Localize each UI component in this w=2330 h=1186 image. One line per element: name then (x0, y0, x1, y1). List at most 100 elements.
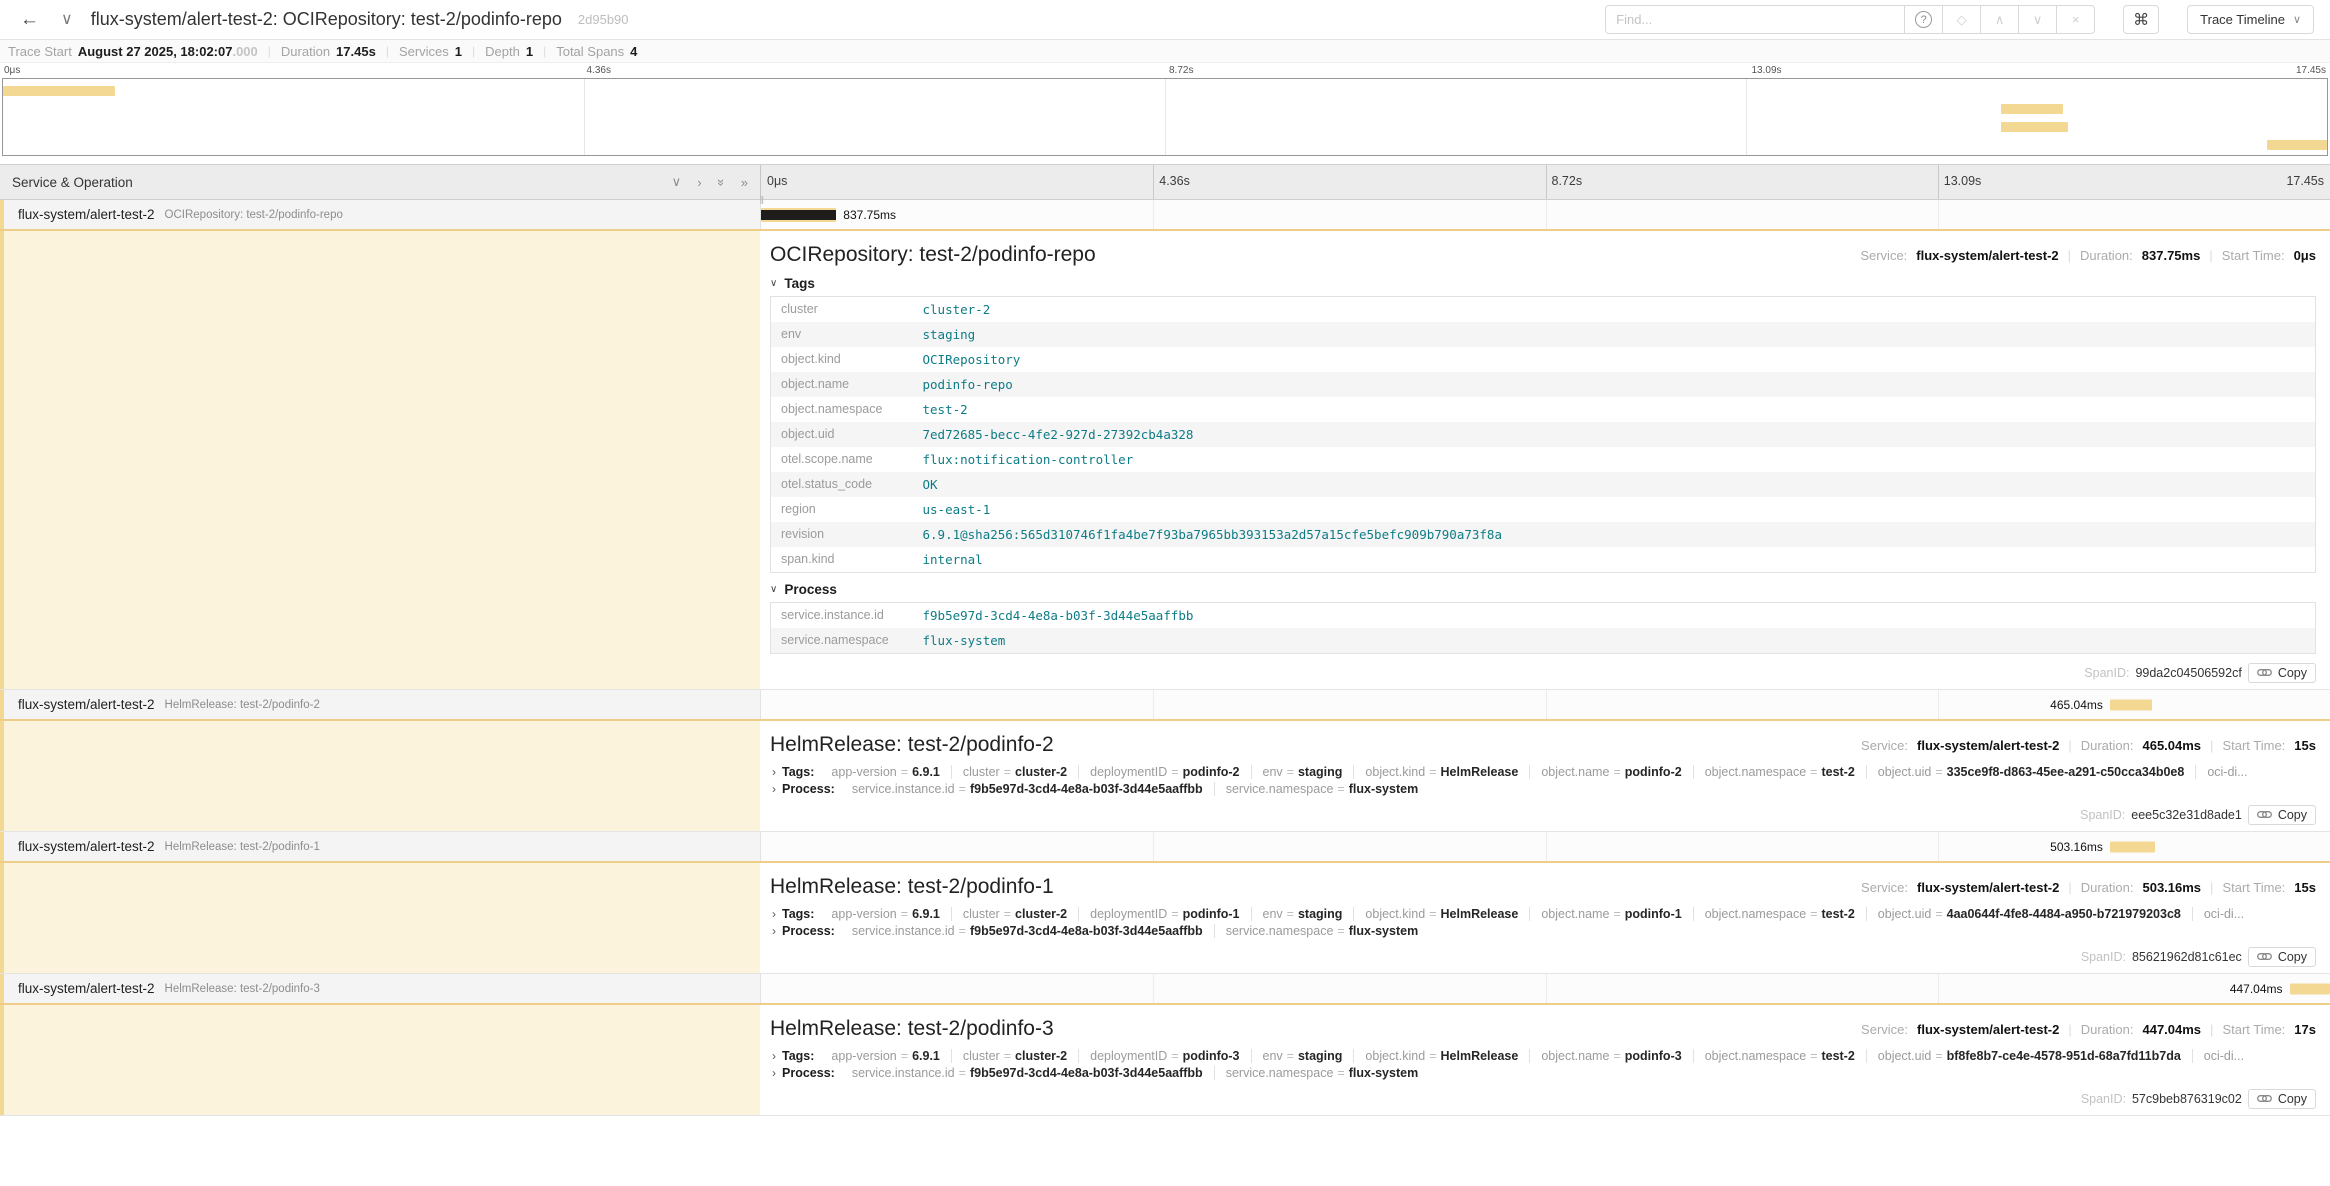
expand-all-icon[interactable]: » (741, 175, 748, 190)
minimap-tick-label: 13.09s (1752, 65, 1782, 76)
find-prev-button[interactable]: ∧ (1981, 5, 2019, 34)
summary-label: Services (399, 44, 449, 59)
timeline-gridline (1153, 690, 1154, 719)
service-operation-label: Service & Operation (12, 175, 133, 190)
span-service-name: flux-system/alert-test-2 (18, 697, 155, 712)
span-detail-left-gutter (0, 721, 760, 831)
chevron-down-icon: ∨ (770, 584, 777, 595)
chevron-right-icon[interactable]: › (772, 907, 776, 921)
inline-section-label[interactable]: Tags: (782, 765, 814, 779)
kv-key: otel.status_code (771, 472, 913, 497)
span-row[interactable]: flux-system/alert-test-2HelmRelease: tes… (0, 690, 2330, 719)
span-name-cell[interactable]: flux-system/alert-test-2HelmRelease: tes… (0, 974, 760, 1003)
span-name-cell[interactable]: flux-system/alert-test-2OCIRepository: t… (0, 200, 760, 229)
summary-value: August 27 2025, 18:02:07.000 (78, 44, 258, 59)
summary-separator: | (543, 44, 546, 58)
find-input[interactable] (1605, 5, 1905, 34)
tag-value: podinfo-2 (1625, 765, 1682, 779)
copy-spanid-button[interactable]: Copy (2248, 947, 2316, 967)
tag-pair: service.instance.id=f9b5e97d-3cd4-4e8a-b… (841, 924, 1214, 938)
tag-pair: service.namespace=flux-system (1214, 924, 1430, 938)
span-name-cell[interactable]: flux-system/alert-test-2HelmRelease: tes… (0, 832, 760, 861)
link-icon (2257, 808, 2272, 822)
process-inline-row: › Process: service.instance.id=f9b5e97d-3c… (770, 1066, 2316, 1080)
process-section-header[interactable]: ∨Process (770, 582, 2316, 597)
span-detail-panel: HelmRelease: test-2/podinfo-3Service:flu… (0, 1003, 2330, 1116)
timeline-header: Service & Operation ∨ › » » ‖ 0μs4.36s8.… (0, 164, 2330, 200)
tag-pair: service.instance.id=f9b5e97d-3cd4-4e8a-b… (841, 782, 1214, 796)
span-timeline-cell[interactable]: 447.04ms (760, 974, 2330, 1003)
minimap-tick-label: 8.72s (1169, 65, 1193, 76)
span-duration-bar[interactable] (2290, 983, 2330, 994)
find-next-button[interactable]: ∨ (2019, 5, 2057, 34)
tag-value: 6.9.1 (912, 907, 940, 921)
span-detail-title: HelmRelease: test-2/podinfo-2 (770, 733, 1054, 757)
span-timeline-cell[interactable]: 465.04ms (760, 690, 2330, 719)
tag-pair: env=staging (1251, 765, 1354, 779)
collapse-trace-header-button[interactable]: ∨ (57, 10, 77, 30)
tag-pair: deploymentID=podinfo-2 (1078, 765, 1250, 779)
chevron-down-icon: ∨ (2033, 12, 2043, 28)
inline-section-label[interactable]: Tags: (782, 1049, 814, 1063)
collapse-all-icon[interactable]: » (714, 178, 729, 185)
meta-label: Duration: (2081, 1022, 2134, 1037)
span-duration-bar[interactable] (761, 208, 836, 222)
kv-key: otel.scope.name (771, 447, 913, 472)
inline-section-label[interactable]: Tags: (782, 907, 814, 921)
copy-button-label: Copy (2278, 666, 2307, 680)
tag-pair: service.instance.id=f9b5e97d-3cd4-4e8a-b… (841, 1066, 1214, 1080)
link-icon (2257, 666, 2272, 680)
meta-label: Duration: (2081, 880, 2134, 895)
span-duration-label: 465.04ms (2050, 698, 2103, 712)
copy-spanid-button[interactable]: Copy (2248, 1089, 2316, 1109)
tag-key: oci-di... (2207, 765, 2247, 779)
tags-section-header[interactable]: ∨Tags (770, 276, 2316, 291)
summary-item: Duration17.45s (281, 44, 376, 59)
tag-value: staging (1298, 765, 1342, 779)
meta-value: 17s (2294, 1022, 2316, 1037)
chevron-right-icon[interactable]: › (772, 1066, 776, 1080)
span-row[interactable]: flux-system/alert-test-2OCIRepository: t… (0, 200, 2330, 229)
span-timeline-cell[interactable]: 503.16ms (760, 832, 2330, 861)
kv-row: regionus-east-1 (771, 497, 2316, 522)
span-row[interactable]: flux-system/alert-test-2HelmRelease: tes… (0, 832, 2330, 861)
find-help-button[interactable]: ? (1905, 5, 1943, 34)
keyboard-shortcuts-button[interactable]: ⌘ (2123, 5, 2159, 34)
kv-key: object.kind (771, 347, 913, 372)
tag-key: object.namespace (1705, 907, 1806, 921)
trace-view-select[interactable]: Trace Timeline ∨ (2187, 5, 2314, 34)
tag-value: flux-system (1349, 782, 1418, 796)
chevron-right-icon[interactable]: › (772, 1049, 776, 1063)
find-clear-button[interactable]: × (2057, 5, 2095, 34)
tag-pair: object.kind=HelmRelease (1353, 765, 1529, 779)
span-detail-title-row: OCIRepository: test-2/podinfo-repoServic… (770, 243, 2316, 267)
back-button[interactable]: ← (16, 8, 43, 31)
summary-value: 4 (630, 44, 637, 59)
span-operation-name: HelmRelease: test-2/podinfo-3 (165, 983, 320, 995)
chevron-right-icon[interactable]: › (772, 765, 776, 779)
span-duration-bar[interactable] (2110, 699, 2152, 710)
span-duration-bar[interactable] (2110, 841, 2155, 852)
inline-section-label[interactable]: Process: (782, 924, 835, 938)
span-operation-name: OCIRepository: test-2/podinfo-repo (165, 209, 343, 221)
tag-key: cluster (963, 907, 1000, 921)
inline-section-label[interactable]: Process: (782, 782, 835, 796)
span-detail-title: HelmRelease: test-2/podinfo-1 (770, 875, 1054, 899)
copy-spanid-button[interactable]: Copy (2248, 663, 2316, 683)
timeline-gridline (1938, 974, 1939, 1003)
copy-button-label: Copy (2278, 950, 2307, 964)
expand-one-icon[interactable]: › (697, 175, 701, 190)
chevron-right-icon[interactable]: › (772, 782, 776, 796)
trace-minimap[interactable] (2, 78, 2328, 156)
inline-section-label[interactable]: Process: (782, 1066, 835, 1080)
span-row[interactable]: flux-system/alert-test-2HelmRelease: tes… (0, 974, 2330, 1003)
focus-icon: ◇ (1957, 12, 1967, 28)
collapse-one-icon[interactable]: ∨ (672, 174, 682, 190)
span-name-cell[interactable]: flux-system/alert-test-2HelmRelease: tes… (0, 690, 760, 719)
chevron-right-icon[interactable]: › (772, 924, 776, 938)
copy-spanid-button[interactable]: Copy (2248, 805, 2316, 825)
column-resizer-grip[interactable]: ‖ (759, 195, 764, 207)
span-timeline-cell[interactable]: 837.75ms (760, 200, 2330, 229)
find-focus-button[interactable]: ◇ (1943, 5, 1981, 34)
tag-value: flux-system (1349, 924, 1418, 938)
